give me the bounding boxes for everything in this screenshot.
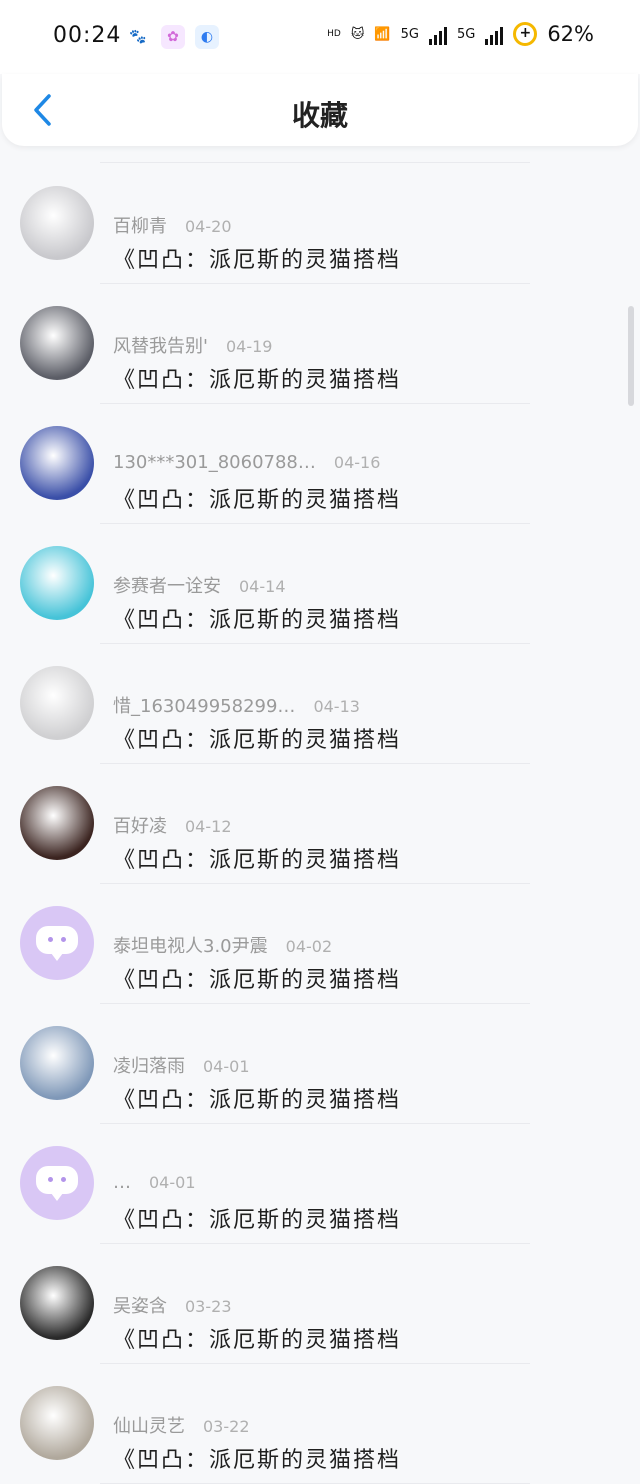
user-name[interactable]: 凌归落雨 xyxy=(113,1056,185,1077)
user-name[interactable]: 参赛者一诠安 xyxy=(113,576,221,597)
avatar[interactable] xyxy=(20,1026,94,1100)
user-name[interactable]: 130***301_8060788… xyxy=(113,452,316,473)
nav-bar: 收藏 xyxy=(2,74,638,146)
item-date: 04-02 xyxy=(285,937,333,956)
item-date: 04-16 xyxy=(333,453,381,472)
book-title[interactable]: 《凹凸：派厄斯的灵猫搭档 xyxy=(113,242,401,274)
list-item[interactable]: 吴姿含 03-23 《凹凸：派厄斯的灵猫搭档 xyxy=(0,1244,640,1364)
book-title[interactable]: 《凹凸：派厄斯的灵猫搭档 xyxy=(113,962,401,994)
baidu-app-icon: 🐾 xyxy=(129,29,147,45)
list-item[interactable]: 仙山灵艺 03-22 《凹凸：派厄斯的灵猫搭档 xyxy=(0,1364,640,1484)
list-item[interactable]: 泰坦电视人3.0尹震 04-02 《凹凸：派厄斯的灵猫搭档 xyxy=(0,884,640,1004)
item-date: 04-19 xyxy=(225,337,273,356)
flower-app-icon: ✿ xyxy=(161,25,185,49)
chat-bubble-icon xyxy=(36,926,78,961)
avatar[interactable] xyxy=(20,546,94,620)
list-item[interactable]: … 04-01 《凹凸：派厄斯的灵猫搭档 xyxy=(0,1124,640,1244)
item-meta: 风替我告别' 04-19 xyxy=(113,332,272,358)
list-item[interactable]: 凌归落雨 04-01 《凹凸：派厄斯的灵猫搭档 xyxy=(0,1004,640,1124)
list-divider xyxy=(100,162,530,163)
item-meta: 百柳青 04-20 xyxy=(113,212,232,238)
avatar[interactable] xyxy=(20,186,94,260)
book-title[interactable]: 《凹凸：派厄斯的灵猫搭档 xyxy=(113,722,401,754)
wifi-icon: 📶 xyxy=(374,26,391,42)
book-title[interactable]: 《凹凸：派厄斯的灵猫搭档 xyxy=(113,1202,401,1234)
item-date: 04-01 xyxy=(203,1057,250,1076)
item-date: 03-23 xyxy=(185,1297,232,1316)
list-item[interactable]: 百好凌 04-12 《凹凸：派厄斯的灵猫搭档 xyxy=(0,764,640,884)
avatar[interactable] xyxy=(20,906,94,980)
battery-percent: 62% xyxy=(547,22,594,46)
item-meta: 参赛者一诠安 04-14 xyxy=(113,572,286,598)
chat-bubble-icon xyxy=(36,1166,78,1201)
user-name[interactable]: 泰坦电视人3.0尹震 xyxy=(113,936,268,957)
status-time: 00:24 xyxy=(53,23,122,48)
avatar[interactable] xyxy=(20,666,94,740)
browser-app-icon: ◐ xyxy=(195,25,219,49)
user-name[interactable]: 仙山灵艺 xyxy=(113,1416,185,1437)
item-meta: 百好凌 04-12 xyxy=(113,812,232,838)
item-meta: 吴姿含 03-23 xyxy=(113,1292,232,1318)
item-date: 04-20 xyxy=(185,217,232,236)
item-meta: 仙山灵艺 03-22 xyxy=(113,1412,250,1438)
item-date: 04-12 xyxy=(185,817,232,836)
user-name[interactable]: 百柳青 xyxy=(113,216,167,237)
item-date: 04-13 xyxy=(313,697,360,716)
user-name[interactable]: 风替我告别' xyxy=(113,336,208,357)
item-date: 04-01 xyxy=(149,1173,196,1192)
status-bar: 00:24 🐾 ✿ ◐ HD 🐱 📶 5G 5G + 62% xyxy=(0,0,640,74)
page-title: 收藏 xyxy=(291,99,348,132)
item-meta: 惜_163049958299… 04-13 xyxy=(113,692,360,718)
hd-icon: HD xyxy=(327,29,341,39)
user-name[interactable]: … xyxy=(113,1172,131,1193)
signal-icon-1 xyxy=(428,23,447,45)
book-title[interactable]: 《凹凸：派厄斯的灵猫搭档 xyxy=(113,1322,401,1354)
item-meta: … 04-01 xyxy=(113,1172,196,1193)
list-item[interactable]: 百柳青 04-20 《凹凸：派厄斯的灵猫搭档 xyxy=(0,164,640,284)
user-name[interactable]: 惜_163049958299… xyxy=(113,696,295,717)
avatar[interactable] xyxy=(20,306,94,380)
avatar[interactable] xyxy=(20,786,94,860)
user-name[interactable]: 百好凌 xyxy=(113,816,167,837)
cat-icon: 🐱 xyxy=(350,26,365,42)
scrollbar[interactable] xyxy=(628,306,634,406)
book-title[interactable]: 《凹凸：派厄斯的灵猫搭档 xyxy=(113,362,401,394)
list-item[interactable]: 130***301_8060788… 04-16 《凹凸：派厄斯的灵猫搭档 xyxy=(0,404,640,524)
book-title[interactable]: 《凹凸：派厄斯的灵猫搭档 xyxy=(113,1442,401,1474)
book-title[interactable]: 《凹凸：派厄斯的灵猫搭档 xyxy=(113,482,401,514)
network-5g-label-2: 5G xyxy=(456,26,476,42)
book-title[interactable]: 《凹凸：派厄斯的灵猫搭档 xyxy=(113,842,401,874)
avatar[interactable] xyxy=(20,1146,94,1220)
book-title[interactable]: 《凹凸：派厄斯的灵猫搭档 xyxy=(113,1082,401,1114)
list-item[interactable]: 风替我告别' 04-19 《凹凸：派厄斯的灵猫搭档 xyxy=(0,284,640,404)
user-name[interactable]: 吴姿含 xyxy=(113,1296,167,1317)
avatar[interactable] xyxy=(20,426,94,500)
list-item[interactable]: 惜_163049958299… 04-13 《凹凸：派厄斯的灵猫搭档 xyxy=(0,644,640,764)
network-5g-label-1: 5G xyxy=(400,26,419,42)
avatar[interactable] xyxy=(20,1266,94,1340)
item-meta: 凌归落雨 04-01 xyxy=(113,1052,250,1078)
item-meta: 130***301_8060788… 04-16 xyxy=(113,452,380,473)
book-title[interactable]: 《凹凸：派厄斯的灵猫搭档 xyxy=(113,602,401,634)
item-date: 03-22 xyxy=(203,1417,250,1436)
avatar[interactable] xyxy=(20,1386,94,1460)
item-date: 04-14 xyxy=(239,577,286,596)
item-meta: 泰坦电视人3.0尹震 04-02 xyxy=(113,932,332,958)
battery-icon: + xyxy=(513,22,538,46)
signal-icon-2 xyxy=(485,23,504,45)
list-item[interactable]: 参赛者一诠安 04-14 《凹凸：派厄斯的灵猫搭档 xyxy=(0,524,640,644)
